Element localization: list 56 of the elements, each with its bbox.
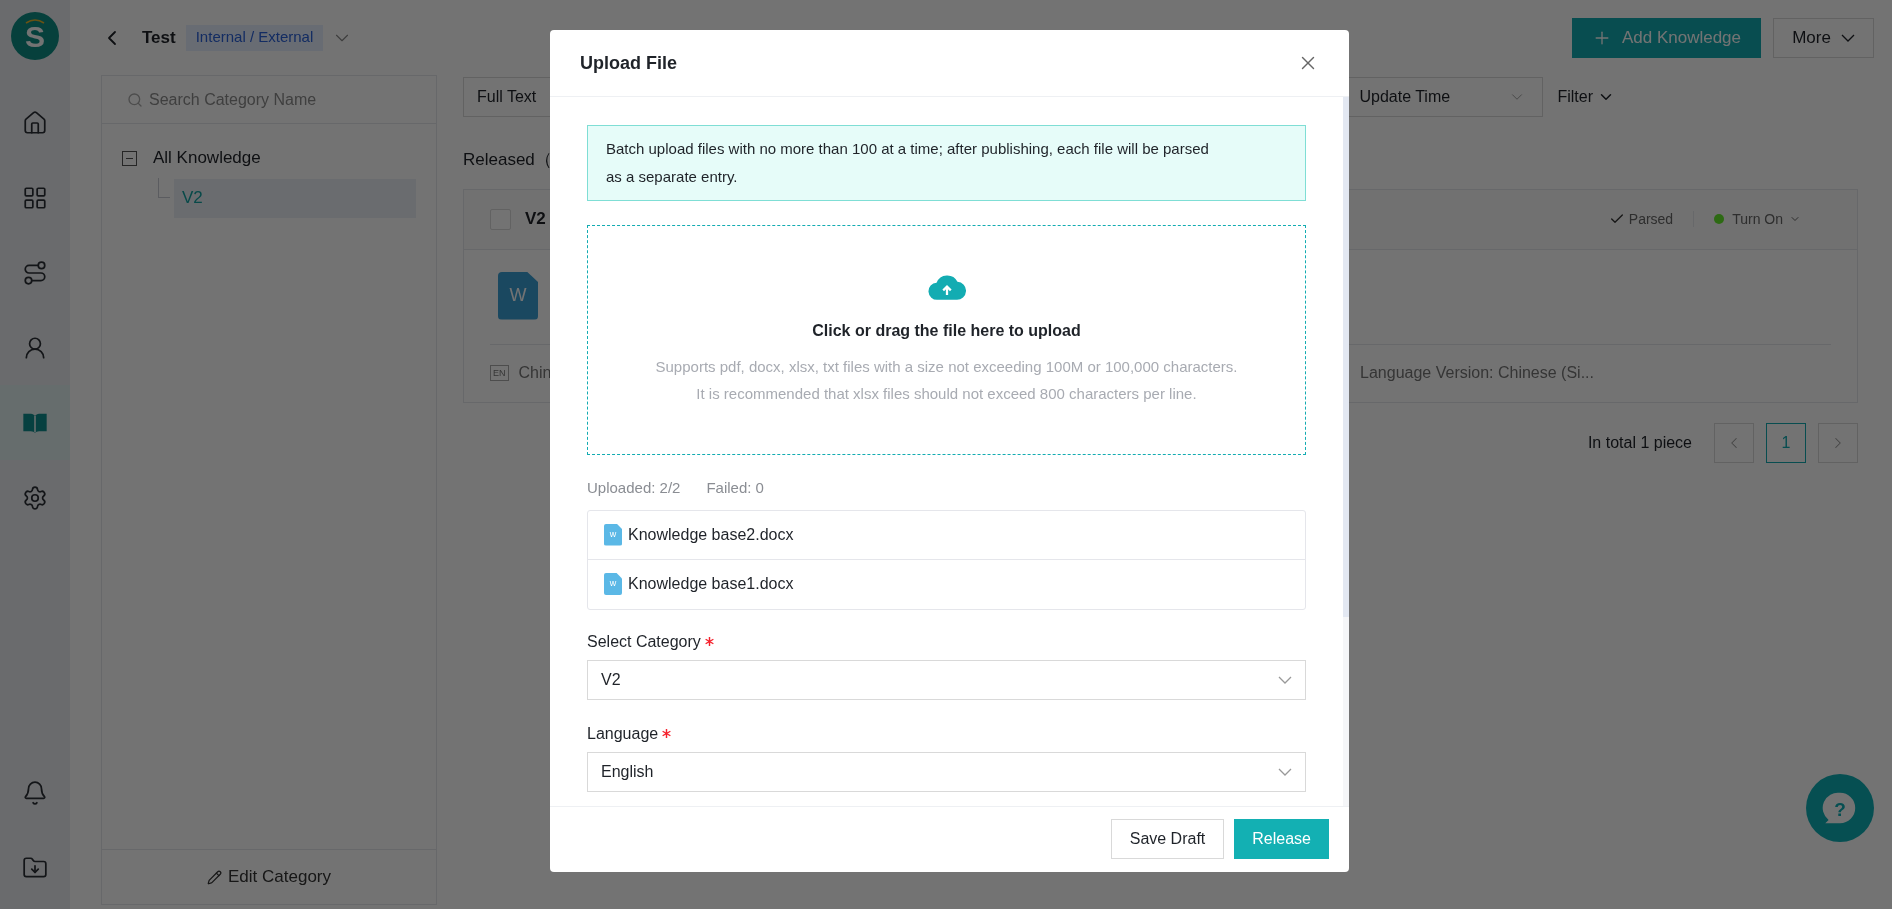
pencil-icon [207,869,222,885]
parse-status: Parsed [1628,209,1674,229]
help-button[interactable]: ? [1806,774,1874,842]
file-name: Knowledge base1.docx [628,574,794,594]
add-knowledge-button[interactable]: Add Knowledge [1571,17,1761,58]
more-button[interactable]: More [1773,17,1874,58]
select-field[interactable]: V2 [587,659,1306,700]
chevron-down-icon [1278,675,1292,684]
next-page-button[interactable] [1818,422,1858,463]
field-label: Language [587,723,659,744]
scope-tag: Internal / External [185,24,324,51]
language-tag: EN [490,365,509,381]
previous-page-button[interactable] [1714,422,1754,463]
toggle-dropdown[interactable]: Turn On [1732,208,1801,230]
dropzone-hint: Supports pdf, docx, xlsx, txt files with a size not exceeding 100M or 100,000 characters. [655,356,1238,377]
route-icon [22,259,48,286]
word-file-icon: w [604,523,622,546]
save-draft-button[interactable]: Save Draft [1110,819,1225,859]
language-version-text: Language Version: Chinese (Si... [1360,363,1594,383]
chevron-down-icon [1278,767,1292,776]
select-field[interactable]: English [587,751,1306,792]
release-button[interactable]: Release [1234,819,1329,859]
file-name: Knowledge base2.docx [628,524,794,545]
upload-dropzone[interactable] [587,225,1306,455]
bell-icon [22,779,48,806]
book-nav-button[interactable] [0,385,70,460]
field-label: Select Category [587,631,701,652]
uploaded-count: Uploaded: 2/2 [587,478,681,498]
card-title: V2 [525,208,546,231]
scrollbar[interactable] [1343,97,1349,806]
filter-button[interactable]: Filter [1557,85,1615,109]
total-count: In total 1 piece [1587,432,1692,453]
tree-item[interactable]: V2 [174,178,416,218]
page-button[interactable]: 1 [1766,422,1806,463]
edit-category-button[interactable]: Edit Category [102,849,436,904]
home-icon [22,109,48,136]
dropzone-hint: It is recommended that xlsx files should not exceed 800 characters per line. [696,383,1197,404]
tree-line [158,178,170,198]
failed-count: Failed: 0 [706,478,764,498]
cloud-upload-icon [927,273,966,301]
collapse-icon[interactable] [122,150,137,166]
folder-download-icon [22,854,48,881]
apps-icon [22,184,48,211]
settings-icon [22,484,48,511]
word-file-icon: W [498,271,538,320]
list-heading: Released（ [463,149,552,171]
language-text: Chin [518,363,552,383]
notice-text: Batch upload files with no more than 100 at a time; after publishing, each file will be parsed as a separate entry. [587,125,1306,201]
dialog-title: Upload File [580,51,677,75]
app-logo[interactable]: S [11,12,59,60]
word-file-icon: w [604,573,622,595]
page-title: Test [142,26,176,49]
chevron-down-icon [1840,33,1855,42]
dropzone-title: Click or drag the file here to upload [812,320,1081,341]
search-icon [127,91,143,108]
tree-item[interactable]: All Knowledge [153,145,261,171]
